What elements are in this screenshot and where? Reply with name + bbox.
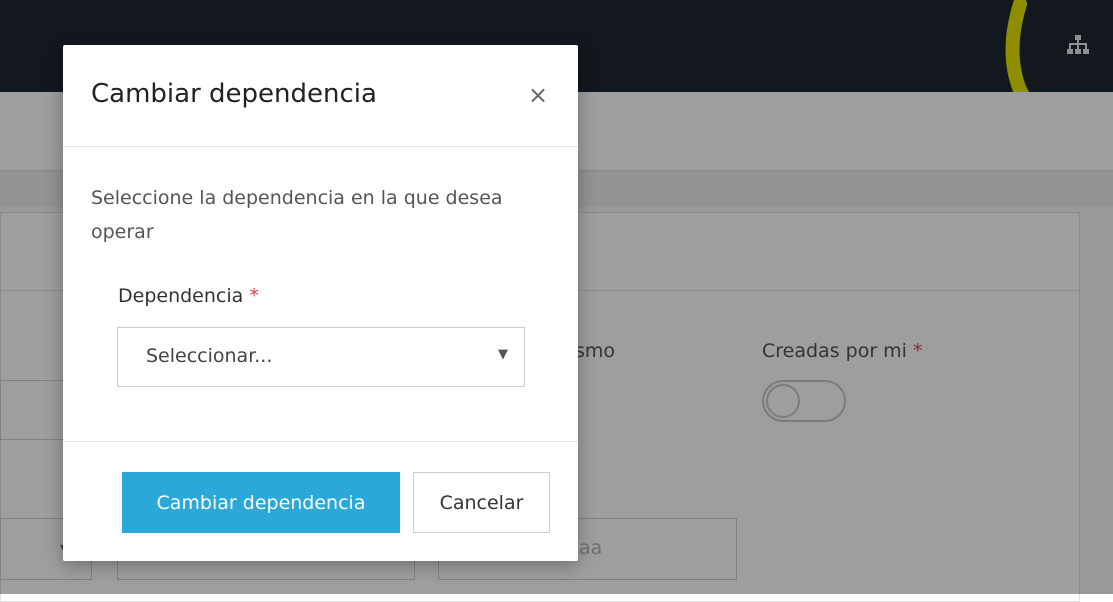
change-dependency-button[interactable]: Cambiar dependencia <box>122 472 400 533</box>
dependency-label: Dependencia * <box>118 285 259 307</box>
dependency-select[interactable]: Seleccionar... ▼ <box>117 327 525 387</box>
caret-down-icon: ▼ <box>498 347 508 362</box>
modal-description: Seleccione la dependencia en la que dese… <box>91 187 503 243</box>
modal-footer-divider <box>63 441 578 442</box>
cancel-button[interactable]: Cancelar <box>413 472 550 533</box>
modal-header-divider <box>63 146 578 147</box>
modal-title: Cambiar dependencia <box>91 79 377 109</box>
required-mark: * <box>249 285 259 307</box>
close-icon[interactable]: × <box>525 83 551 109</box>
change-dependency-modal: Cambiar dependencia × Seleccione la depe… <box>63 45 578 561</box>
dependency-select-value: Seleccionar... <box>146 345 273 367</box>
